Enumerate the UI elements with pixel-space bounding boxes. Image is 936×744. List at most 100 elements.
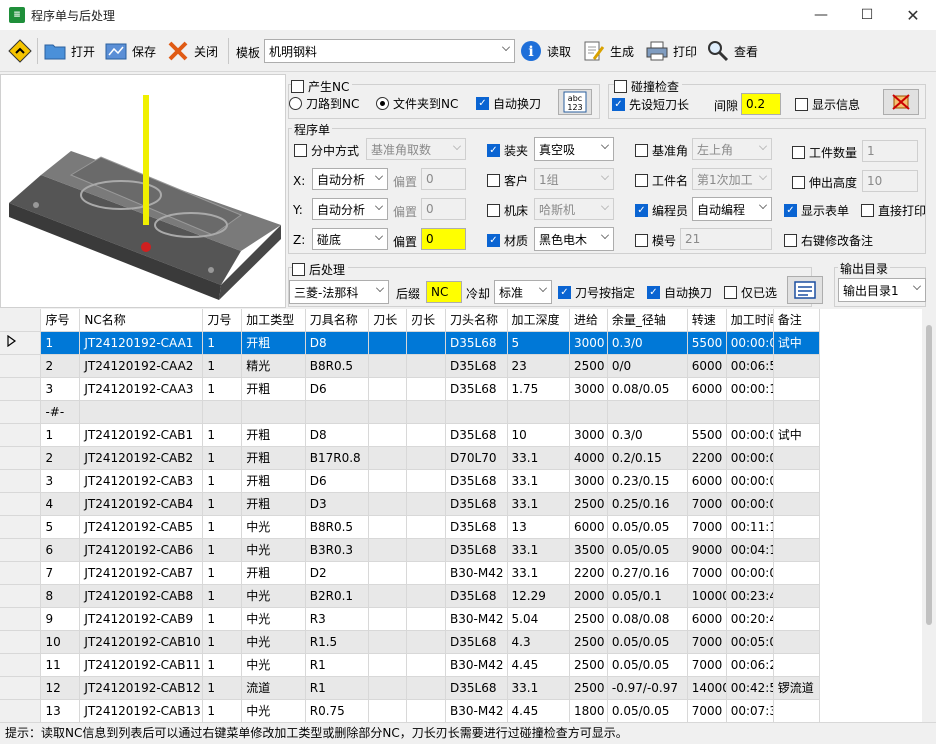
table-cell[interactable]: 00:06:27 (726, 653, 774, 677)
column-header[interactable]: 备注 (773, 309, 821, 332)
table-cell[interactable]: 0.25/0.16 (607, 492, 688, 516)
table-cell[interactable]: 0.05/0.05 (607, 538, 688, 562)
table-cell[interactable]: R1 (305, 653, 370, 677)
table-cell[interactable]: 3 (40, 377, 81, 401)
collision-run-button[interactable] (883, 89, 919, 115)
column-header[interactable]: 转速 (687, 309, 727, 332)
table-cell[interactable]: D35L68 (445, 469, 508, 493)
table-cell[interactable]: 精光 (241, 354, 306, 378)
table-cell[interactable] (773, 653, 821, 677)
table-cell[interactable]: R1.5 (305, 630, 370, 654)
table-cell[interactable]: 开粗 (241, 469, 306, 493)
produce-nc-checkbox[interactable]: 产生NC (291, 78, 353, 95)
table-cell[interactable]: 33.1 (507, 492, 570, 516)
table-cell[interactable]: 00:00:08 (726, 423, 774, 447)
table-cell[interactable]: 2 (40, 354, 81, 378)
table-cell[interactable] (773, 515, 821, 539)
row-header[interactable] (0, 515, 42, 539)
table-cell[interactable]: 33.1 (507, 446, 570, 470)
table-cell[interactable]: D35L68 (445, 354, 508, 378)
table-cell[interactable]: 中光 (241, 515, 306, 539)
table-cell[interactable]: 中光 (241, 699, 306, 722)
table-cell[interactable]: 1 (202, 469, 243, 493)
print-button[interactable]: 打印 (645, 38, 697, 64)
table-cell[interactable]: 试中 (773, 423, 821, 447)
vertical-scrollbar[interactable] (922, 309, 936, 722)
table-cell[interactable]: 5.04 (507, 607, 570, 631)
table-cell[interactable] (687, 400, 727, 424)
table-cell[interactable]: D35L68 (445, 492, 508, 516)
table-cell[interactable] (368, 699, 408, 722)
table-cell[interactable] (773, 607, 821, 631)
table-cell[interactable] (368, 515, 408, 539)
table-cell[interactable]: 2000 (569, 584, 608, 608)
centering-checkbox[interactable]: 分中方式 (294, 142, 359, 159)
table-row[interactable]: 5 JT24120192-CAB5 1 中光 B8R0.5 D35L68 13 6000 0.0… (0, 515, 821, 539)
table-row[interactable]: 1 JT24120192-CAA1 1 开粗 D8 D35L68 5 3000 0.3/0 550… (0, 331, 821, 355)
collision-check-checkbox[interactable]: 碰撞检查 (614, 78, 683, 95)
generate-button[interactable]: 生成 (582, 38, 634, 64)
workpiece-name-select[interactable]: 第1次加工 (692, 168, 772, 190)
table-cell[interactable]: B3R0.3 (305, 538, 370, 562)
table-cell[interactable]: 00:00:01 (726, 469, 774, 493)
table-cell[interactable] (406, 331, 447, 355)
table-cell[interactable] (445, 400, 508, 424)
table-cell[interactable]: R3 (305, 607, 370, 631)
programmer-select[interactable]: 自动编程 (692, 197, 772, 221)
extension-height-input[interactable]: 10 (862, 170, 918, 192)
table-cell[interactable]: 14000 (687, 676, 727, 700)
material-select[interactable]: 黑色电木 (534, 227, 614, 251)
table-cell[interactable] (368, 630, 408, 654)
table-cell[interactable]: 1 (202, 492, 243, 516)
table-cell[interactable] (406, 492, 447, 516)
table-row[interactable]: 2 JT24120192-CAA2 1 精光 B8R0.5 D35L68 23 2500 0/0… (0, 354, 821, 378)
close-window-button[interactable]: ✕ (890, 0, 936, 30)
table-cell[interactable]: D6 (305, 377, 370, 401)
table-cell[interactable]: 9000 (687, 538, 727, 562)
datum-corner-checkbox[interactable]: 基准角 (635, 142, 688, 159)
workpiece-qty-input[interactable]: 1 (862, 140, 918, 162)
table-cell[interactable]: B30-M42 (445, 607, 508, 631)
table-cell[interactable]: JT24120192-CAB13 (79, 699, 204, 722)
table-cell[interactable] (406, 354, 447, 378)
suffix-input[interactable]: NC (426, 281, 462, 303)
table-cell[interactable]: JT24120192-CAB7 (79, 561, 204, 585)
table-cell[interactable]: 13 (507, 515, 570, 539)
table-cell[interactable]: D35L68 (445, 676, 508, 700)
table-cell[interactable]: 开粗 (241, 331, 306, 355)
machine-checkbox[interactable]: 机床 (487, 202, 528, 219)
table-cell[interactable]: 00:00:19 (726, 377, 774, 401)
clamp-checkbox[interactable]: ✓ 装夹 (487, 142, 528, 159)
table-cell[interactable]: 开粗 (241, 446, 306, 470)
table-cell[interactable]: D8 (305, 423, 370, 447)
table-cell[interactable]: JT24120192-CAB8 (79, 584, 204, 608)
clamp-select[interactable]: 真空吸 (534, 137, 614, 161)
table-cell[interactable]: 4.45 (507, 699, 570, 722)
show-form-checkbox[interactable]: ✓ 显示表单 (784, 202, 849, 219)
table-cell[interactable]: 33.1 (507, 676, 570, 700)
table-cell[interactable]: 1 (202, 446, 243, 470)
table-cell[interactable] (406, 676, 447, 700)
table-cell[interactable]: 0.05/0.05 (607, 515, 688, 539)
table-cell[interactable] (773, 446, 821, 470)
table-row[interactable]: 9 JT24120192-CAB9 1 中光 R3 B30-M42 5.04 2500 0.08… (0, 607, 821, 631)
table-cell[interactable]: 8 (40, 584, 81, 608)
table-cell[interactable]: R0.75 (305, 699, 370, 722)
z-mode-select[interactable]: 碰底 (312, 228, 388, 250)
table-cell[interactable]: 00:23:40 (726, 584, 774, 608)
table-cell[interactable]: 7000 (687, 515, 727, 539)
table-cell[interactable]: 2500 (569, 630, 608, 654)
table-cell[interactable]: 10 (507, 423, 570, 447)
table-cell[interactable]: 00:05:02 (726, 630, 774, 654)
coolant-select[interactable]: 标准 (494, 280, 552, 304)
datum-corner-select[interactable]: 左上角 (692, 138, 772, 160)
z-offset-input[interactable]: 0 (421, 228, 466, 250)
table-cell[interactable]: JT24120192-CAA1 (79, 331, 204, 355)
table-cell[interactable]: B8R0.5 (305, 515, 370, 539)
table-cell[interactable]: 0.23/0.15 (607, 469, 688, 493)
read-button[interactable]: i 读取 (519, 38, 571, 64)
table-cell[interactable] (202, 400, 243, 424)
table-cell[interactable]: 12.29 (507, 584, 570, 608)
table-cell[interactable]: 00:04:11 (726, 538, 774, 562)
table-row[interactable]: 10 JT24120192-CAB10 1 中光 R1.5 D35L68 4.3 2500 0.… (0, 630, 821, 654)
